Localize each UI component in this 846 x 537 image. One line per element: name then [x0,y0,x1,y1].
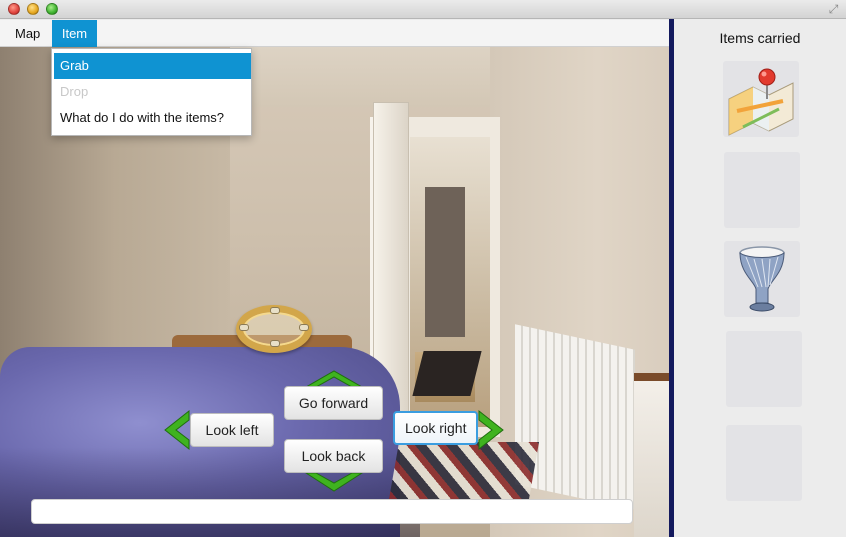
inventory-slot[interactable] [724,241,800,317]
hallway-runner [412,351,482,396]
tambourine-icon[interactable] [236,305,312,353]
title-bar: ⤢ [0,0,846,19]
look-left-button[interactable]: Look left [190,413,274,447]
inventory-panel: Items carried [674,19,846,537]
status-field[interactable] [31,499,633,524]
look-right-button[interactable]: Look right [393,411,478,445]
menu-option-grab[interactable]: Grab [54,53,251,79]
jingle [270,340,280,347]
item-dropdown-menu: Grab Drop What do I do with the items? [51,48,252,136]
drum-icon [739,246,785,312]
inventory-slot[interactable] [724,152,800,228]
jingle [239,324,249,331]
inventory-slot[interactable] [723,61,799,137]
close-button[interactable] [8,3,20,15]
radiator [515,324,635,510]
app-window: ⤢ Map Item Go forward Look left Look rig… [0,0,846,537]
menu-item[interactable]: Item [52,20,97,47]
right-arrow-icon[interactable] [477,409,505,451]
inventory-slot[interactable] [726,425,802,501]
menu-option-drop: Drop [60,84,89,99]
back-arrow-icon[interactable] [304,471,364,493]
left-arrow-icon[interactable] [163,409,191,451]
jingle [270,307,280,314]
menu-bar: Map Item [0,20,669,47]
zoom-button[interactable] [46,3,58,15]
inventory-slot[interactable] [726,331,802,407]
menu-option-help[interactable]: What do I do with the items? [54,105,251,131]
map-pin-icon [728,68,794,136]
minimize-button[interactable] [27,3,39,15]
look-back-button[interactable]: Look back [284,439,383,473]
inventory-title: Items carried [719,30,801,46]
fullscreen-arrows-icon[interactable]: ⤢ [827,3,840,16]
cabinet [634,373,669,537]
menu-map[interactable]: Map [7,20,48,47]
hallway-doorway [425,187,465,337]
go-forward-button[interactable]: Go forward [284,386,383,420]
jingle [299,324,309,331]
